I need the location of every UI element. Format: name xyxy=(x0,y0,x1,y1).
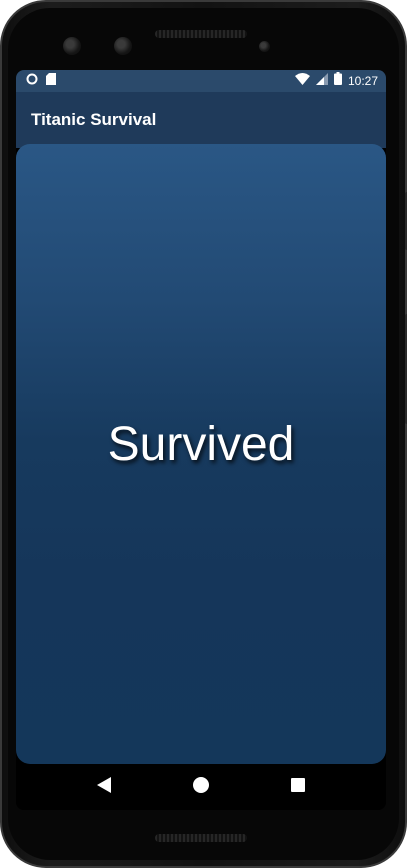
signal-icon xyxy=(315,72,328,90)
sd-card-icon xyxy=(46,72,56,90)
front-sensor xyxy=(114,37,132,55)
back-button[interactable] xyxy=(84,767,124,807)
navigation-bar xyxy=(16,764,386,810)
battery-icon xyxy=(333,72,342,90)
front-camera xyxy=(63,37,81,55)
prediction-result: Survived xyxy=(107,417,295,471)
app-title: Titanic Survival xyxy=(31,110,157,129)
recents-button[interactable] xyxy=(278,767,318,807)
status-bar: 10:27 xyxy=(16,70,386,92)
status-time: 10:27 xyxy=(347,74,378,88)
app-bar: Titanic Survival xyxy=(16,92,386,148)
bottom-speaker xyxy=(155,834,247,842)
phone-frame: 10:27 Titanic Survival Survived xyxy=(0,0,407,868)
proximity-sensor xyxy=(259,41,270,52)
result-panel: Survived xyxy=(16,144,386,764)
circle-notification-icon xyxy=(26,72,38,90)
home-icon xyxy=(192,776,209,798)
home-button[interactable] xyxy=(181,767,221,807)
back-icon xyxy=(97,776,112,798)
screen: 10:27 Titanic Survival Survived xyxy=(16,70,386,810)
top-speaker xyxy=(155,30,247,38)
recents-icon xyxy=(290,777,305,797)
wifi-icon xyxy=(294,72,310,90)
